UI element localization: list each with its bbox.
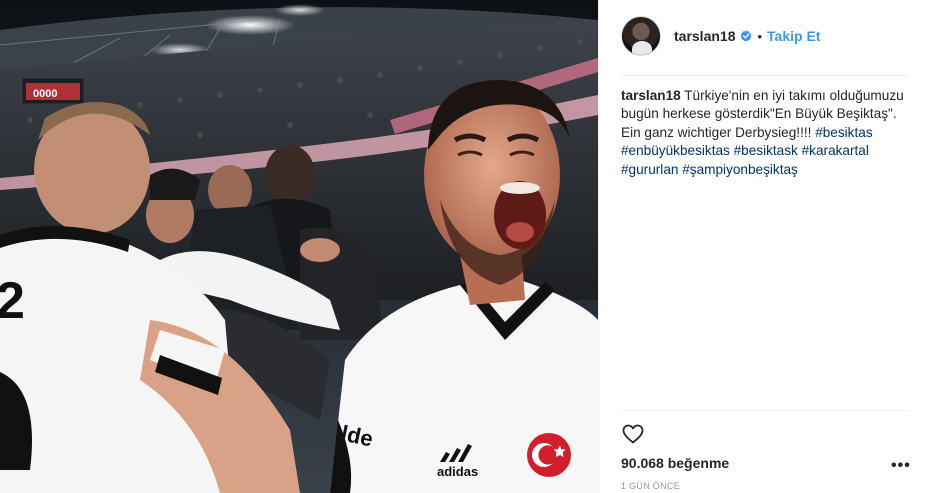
scoreboard-text: 0000	[33, 88, 57, 100]
verified-badge-icon	[740, 30, 752, 42]
adidas-wordmark: adidas	[437, 464, 478, 479]
likes-count[interactable]: 90.068 beğenme	[621, 455, 729, 471]
hashtag-link[interactable]: #besiktask	[734, 143, 798, 158]
follow-button[interactable]: Takip Et	[767, 28, 820, 44]
header-separator: •	[757, 28, 763, 44]
avatar[interactable]	[621, 16, 661, 56]
hashtag-link[interactable]: #şampiyonbeşiktaş	[682, 162, 798, 177]
more-options-icon[interactable]: •••	[891, 458, 911, 478]
hashtag-link[interactable]: #enbüyükbesiktas	[621, 143, 730, 158]
post-caption: tarslan18 Türkiye'nin en iyi takımı oldu…	[621, 87, 909, 179]
post-timestamp: 1 GÜN ÖNCE	[621, 481, 681, 491]
jersey-back-number: 2	[0, 272, 25, 330]
post-side-panel: tarslan18 • Takip Et tarslan18 Türkiye'n…	[598, 0, 929, 493]
stadium-light	[205, 15, 295, 35]
actions-divider	[621, 410, 909, 411]
header-divider	[621, 75, 909, 76]
heart-outline-icon[interactable]	[621, 422, 645, 446]
post-header: tarslan18 • Takip Et	[621, 15, 911, 57]
turkish-flag-icon	[527, 433, 571, 477]
post-photo[interactable]: 0000 2 lde adidas	[0, 0, 598, 493]
caption-username[interactable]: tarslan18	[621, 88, 681, 103]
hashtag-link[interactable]: #karakartal	[802, 143, 869, 158]
hashtag-link[interactable]: #besiktas	[815, 125, 872, 140]
author-username[interactable]: tarslan18	[674, 28, 735, 44]
hashtag-link[interactable]: #gururlan	[621, 162, 678, 177]
post-photo-illustration: 0000 2 lde adidas	[0, 0, 598, 493]
